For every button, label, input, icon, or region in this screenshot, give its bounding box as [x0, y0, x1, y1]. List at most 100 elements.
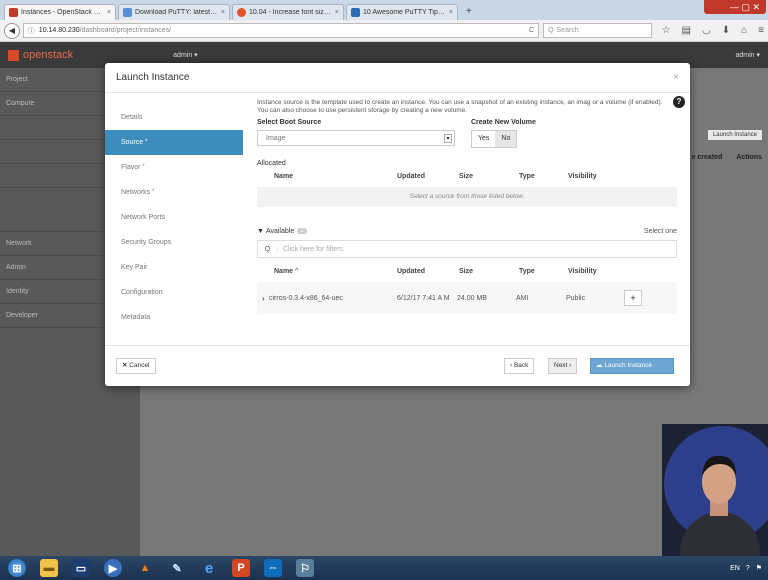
step-networks[interactable]: Networks * — [105, 180, 243, 205]
url-bar[interactable]: ⓘ 10.14.80.230 /dashboard/project/instan… — [22, 23, 540, 38]
language-indicator[interactable]: EN — [730, 565, 740, 572]
required-marker: * — [152, 189, 155, 195]
step-security-groups[interactable]: Security Groups — [105, 230, 243, 255]
source-description: Instance source is the template used to … — [257, 99, 663, 114]
allocated-empty-row: Select a source from those listed below. — [257, 187, 677, 207]
step-flavor[interactable]: Flavor * — [105, 155, 243, 180]
cancel-button[interactable]: ✕ Cancel — [116, 358, 156, 374]
step-key-pair[interactable]: Key Pair — [105, 255, 243, 280]
network-monitor-icon[interactable]: ⚐ — [296, 559, 314, 577]
reload-icon[interactable]: C — [529, 27, 534, 34]
close-icon: ✕ — [122, 362, 128, 369]
powerpoint-icon[interactable]: P — [232, 559, 250, 577]
required-marker: * — [142, 164, 145, 170]
step-network-ports[interactable]: Network Ports — [105, 205, 243, 230]
required-marker: * — [145, 139, 148, 145]
back-button[interactable]: ‹ Back — [504, 358, 535, 374]
cloud-upload-icon: ☁ — [596, 362, 603, 369]
step-configuration[interactable]: Configuration — [105, 280, 243, 305]
new-volume-no[interactable]: No — [495, 131, 517, 147]
openstack-favicon-icon — [9, 8, 18, 17]
new-volume-toggle[interactable]: Yes No — [471, 130, 518, 148]
modal-header: Launch Instance × — [105, 63, 690, 93]
bg-launch-instance-button[interactable]: Launch Instance — [707, 130, 762, 140]
menu-icon[interactable]: ≡ — [758, 25, 764, 36]
modal-title: Launch Instance — [116, 72, 190, 83]
source-step-body: Instance source is the template used to … — [257, 96, 685, 314]
close-tab-icon[interactable]: × — [335, 9, 339, 16]
chevron-down-icon[interactable]: ▼ — [257, 228, 264, 235]
media-player-icon[interactable]: ▶ — [104, 559, 122, 577]
download-icon[interactable]: ⬇ — [722, 25, 730, 36]
putty-favicon-icon — [123, 8, 132, 17]
close-tab-icon[interactable]: × — [449, 9, 453, 16]
site-favicon-icon — [351, 8, 360, 17]
back-arrow-icon[interactable]: ◀ — [4, 22, 20, 39]
flag-icon[interactable]: ⚑ — [756, 564, 762, 572]
available-label[interactable]: Available — [266, 228, 294, 235]
launch-instance-button[interactable]: ☁ Launch Instance — [590, 358, 674, 374]
select-one-hint: Select one — [643, 227, 677, 235]
vlc-icon[interactable]: ▲ — [136, 559, 154, 577]
search-input[interactable]: Q Search — [543, 23, 652, 38]
boot-source-label: Select Boot Source — [257, 119, 322, 126]
available-row[interactable]: › cirros-0.3.4-x86_64-uec 6/12/17 7:41 A… — [257, 282, 677, 314]
browser-tab[interactable]: Download PuTTY: latest rele × — [118, 4, 230, 20]
step-source[interactable]: Source * — [105, 130, 243, 155]
taskbar: ⊞ ▬ ▭ ▶ ▲ ✎ e P ⇔ ⚐ EN ? ⚑ — [0, 556, 768, 580]
file-explorer-icon[interactable]: ▬ — [40, 559, 58, 577]
browser-tab[interactable]: 10.04 - Increase font size of × — [232, 4, 344, 20]
sort-asc-icon: ^ — [295, 267, 299, 275]
boot-source-select[interactable]: Image ▾ — [257, 130, 455, 146]
system-tray: EN ? ⚑ — [730, 564, 768, 573]
bg-table-header: e created Actions — [691, 154, 762, 161]
openstack-brand[interactable]: openstack — [23, 49, 73, 61]
presenter-figure — [664, 426, 768, 556]
launch-instance-modal: Launch Instance × Details Source * Flavo… — [105, 63, 690, 386]
chevron-right-icon[interactable]: › — [257, 294, 269, 303]
user-menu[interactable]: admin ▾ — [735, 51, 760, 59]
teamviewer-icon[interactable]: ⇔ — [264, 559, 282, 577]
project-selector[interactable]: admin ▾ — [173, 51, 198, 59]
help-icon[interactable]: ? — [673, 96, 685, 108]
step-metadata[interactable]: Metadata — [105, 305, 243, 330]
presenter-video — [662, 424, 768, 556]
search-icon: Q — [548, 27, 554, 34]
browser-nav-bar: ◀ ⓘ 10.14.80.230 /dashboard/project/inst… — [0, 20, 768, 42]
new-volume-yes[interactable]: Yes — [472, 131, 495, 147]
close-tab-icon[interactable]: × — [107, 9, 111, 16]
allocated-table-header: Name Updated Size Type Visibility — [274, 172, 597, 180]
askubuntu-favicon-icon — [237, 8, 246, 17]
paint-icon[interactable]: ✎ — [168, 559, 186, 577]
step-details[interactable]: Details — [105, 105, 243, 130]
internet-explorer-icon[interactable]: e — [200, 559, 218, 577]
chevron-down-icon: ▾ — [444, 134, 452, 143]
browser-tab[interactable]: Instances - OpenStack Dashb × — [4, 4, 116, 20]
available-count-badge: 1 — [297, 228, 307, 234]
info-icon[interactable]: ⓘ — [28, 26, 35, 36]
pocket-icon[interactable]: ◡ — [702, 25, 711, 36]
help-icon[interactable]: ? — [746, 565, 750, 572]
browser-tab[interactable]: 10 Awesome PuTTY Tips and × — [346, 4, 458, 20]
filter-input[interactable]: Q Click here for filters. — [257, 240, 677, 258]
close-tab-icon[interactable]: × — [221, 9, 225, 16]
wizard-steps: Details Source * Flavor * Networks * Net… — [105, 93, 243, 345]
bookmark-star-icon[interactable]: ☆ — [662, 25, 671, 36]
start-button-icon[interactable]: ⊞ — [8, 559, 26, 577]
allocated-label: Allocated — [257, 160, 286, 167]
openstack-logo-icon — [8, 49, 19, 61]
search-icon: Q — [258, 245, 278, 253]
modal-footer: ✕ Cancel ‹ Back Next › ☁ Launch Instance — [105, 345, 690, 386]
terminal-icon[interactable]: ▭ — [72, 559, 90, 577]
next-button[interactable]: Next › — [548, 358, 578, 374]
new-tab-button[interactable]: + — [460, 6, 478, 20]
window-controls[interactable]: — ▢ ✕ — [704, 0, 766, 14]
new-volume-label: Create New Volume — [471, 119, 536, 126]
home-icon[interactable]: ⌂ — [741, 25, 747, 36]
url-path: /dashboard/project/instances/ — [79, 27, 172, 34]
browser-tab-bar: Instances - OpenStack Dashb × Download P… — [0, 0, 768, 20]
available-table-header: Name ^ Updated Size Type Visibility — [274, 267, 597, 275]
add-source-button[interactable]: + — [624, 290, 642, 306]
close-icon[interactable]: × — [673, 72, 679, 83]
reading-list-icon[interactable]: ▤ — [682, 25, 691, 36]
